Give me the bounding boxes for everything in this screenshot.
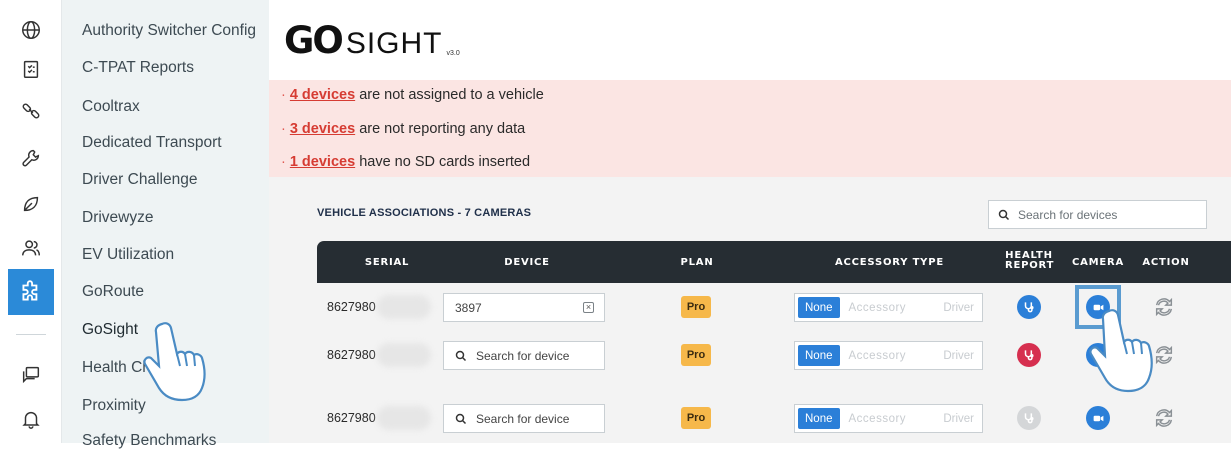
link-icon[interactable] [18, 98, 44, 124]
col-health-report-line2: REPORT [1005, 260, 1055, 271]
health-report-icon[interactable] [1017, 406, 1041, 430]
logo-version: v3.0 [446, 50, 460, 57]
menu-item-health-check[interactable]: Health Check [82, 359, 175, 377]
alert-link-not-reporting[interactable]: 3 devices [290, 121, 355, 137]
accessory-type-toggle: None Accessory Driver [794, 293, 983, 322]
table-row: 8627980 3897 × Pro None Accessory Driver [317, 283, 1231, 331]
rail-divider [16, 334, 46, 335]
search-icon [998, 209, 1010, 220]
redacted-serial [377, 406, 431, 430]
menu-item-driver-challenge[interactable]: Driver Challenge [82, 171, 197, 189]
serial-cell: 8627980 [327, 300, 376, 314]
plan-badge: Pro [681, 407, 711, 429]
serial-cell: 8627980 [327, 348, 376, 362]
search-icon [455, 413, 467, 424]
sync-icon[interactable] [1152, 406, 1176, 430]
col-serial[interactable]: SERIAL [357, 257, 417, 268]
col-plan[interactable]: PLAN [667, 257, 727, 268]
section-title: VEHICLE ASSOCIATIONS - 7 CAMERAS [317, 207, 532, 219]
camera-icon[interactable] [1086, 343, 1110, 367]
menu-item-authority-switcher-config[interactable]: Authority Switcher Config [82, 22, 256, 40]
bell-icon[interactable] [18, 406, 44, 432]
wrench-icon[interactable] [18, 145, 44, 171]
logo-sight: SIGHT [345, 27, 443, 60]
sync-icon[interactable] [1152, 295, 1176, 319]
plan-badge: Pro [681, 296, 711, 318]
puzzle-icon[interactable] [8, 269, 54, 315]
alert-unassigned: · 4 devices are not assigned to a vehicle [281, 87, 544, 103]
alert-link-no-sd-card[interactable]: 1 devices [290, 154, 355, 170]
accessory-option-driver[interactable]: Driver [938, 297, 979, 318]
globe-icon[interactable] [18, 17, 44, 43]
col-health-report[interactable]: HEALTH REPORT [1005, 251, 1053, 271]
accessory-option-accessory[interactable]: Accessory [844, 408, 912, 429]
menu-item-c-tpat-reports[interactable]: C-TPAT Reports [82, 59, 194, 77]
accessory-option-none[interactable]: None [798, 345, 840, 366]
menu-item-safety-benchmarks[interactable]: Safety Benchmarks [82, 432, 216, 450]
alert-text: are not reporting any data [359, 121, 526, 137]
menu-item-gosight[interactable]: GoSight [82, 321, 138, 339]
col-action[interactable]: ACTION [1139, 257, 1193, 268]
accessory-option-accessory[interactable]: Accessory [844, 297, 912, 318]
alert-text: have no SD cards inserted [359, 154, 531, 170]
table-header: SERIAL DEVICE PLAN ACCESSORY TYPE HEALTH… [317, 241, 1231, 283]
alert-text: are not assigned to a vehicle [359, 87, 544, 103]
accessory-option-driver[interactable]: Driver [938, 345, 979, 366]
accessory-option-driver[interactable]: Driver [938, 408, 979, 429]
users-icon[interactable] [18, 235, 44, 261]
menu-item-goroute[interactable]: GoRoute [82, 283, 144, 301]
device-field[interactable]: Search for device [443, 404, 605, 433]
camera-icon[interactable] [1086, 406, 1110, 430]
alert-link-unassigned[interactable]: 4 devices [290, 87, 355, 103]
camera-highlight [1075, 285, 1121, 329]
redacted-serial [377, 343, 431, 367]
plan-badge: Pro [681, 344, 711, 366]
accessory-option-accessory[interactable]: Accessory [844, 345, 912, 366]
menu-item-proximity[interactable]: Proximity [82, 397, 146, 415]
table-row: 8627980 Search for device Pro None Acces… [317, 331, 1231, 379]
redacted-serial [377, 295, 431, 319]
menu-item-cooltrax[interactable]: Cooltrax [82, 98, 140, 116]
device-placeholder: Search for device [476, 348, 570, 363]
menu-item-drivewyze[interactable]: Drivewyze [82, 209, 153, 227]
search-icon [455, 350, 467, 361]
clear-icon[interactable]: × [583, 302, 594, 313]
menu-item-dedicated-transport[interactable]: Dedicated Transport [82, 134, 222, 152]
serial-cell: 8627980 [327, 411, 376, 425]
alert-no-sd-card: · 1 devices have no SD cards inserted [281, 154, 531, 170]
device-search[interactable] [988, 200, 1207, 229]
search-input[interactable] [1018, 207, 1198, 222]
health-report-icon[interactable] [1017, 295, 1041, 319]
col-accessory-type[interactable]: ACCESSORY TYPE [827, 257, 952, 268]
clipboard-icon[interactable] [18, 56, 44, 82]
menu-item-ev-utilization[interactable]: EV Utilization [82, 246, 174, 264]
device-field[interactable]: Search for device [443, 341, 605, 370]
device-field[interactable]: 3897 × [443, 293, 605, 322]
add-in-menu: Authority Switcher Config C-TPAT Reports… [62, 0, 269, 449]
alert-not-reporting: · 3 devices are not reporting any data [281, 121, 526, 137]
leaf-icon[interactable] [18, 191, 44, 217]
alert-banner: · 4 devices are not assigned to a vehicle… [269, 80, 1231, 177]
accessory-type-toggle: None Accessory Driver [794, 404, 983, 433]
col-device[interactable]: DEVICE [487, 257, 567, 268]
device-placeholder: Search for device [476, 411, 570, 426]
chat-icon[interactable] [18, 362, 44, 388]
main-panel: GO SIGHT v3.0 · 4 devices are not assigne… [269, 0, 1231, 443]
device-value: 3897 [455, 300, 482, 315]
header: GO SIGHT v3.0 [269, 0, 1231, 80]
accessory-option-none[interactable]: None [798, 297, 840, 318]
table-row: 8627980 Search for device Pro None Acces… [317, 394, 1231, 442]
sync-icon[interactable] [1152, 343, 1176, 367]
accessory-option-none[interactable]: None [798, 408, 840, 429]
logo-go: GO [284, 19, 344, 62]
icon-rail [0, 0, 62, 443]
accessory-type-toggle: None Accessory Driver [794, 341, 983, 370]
health-report-icon[interactable] [1017, 343, 1041, 367]
col-camera[interactable]: CAMERA [1069, 257, 1127, 268]
gosight-logo: GO SIGHT v3.0 [284, 22, 460, 59]
